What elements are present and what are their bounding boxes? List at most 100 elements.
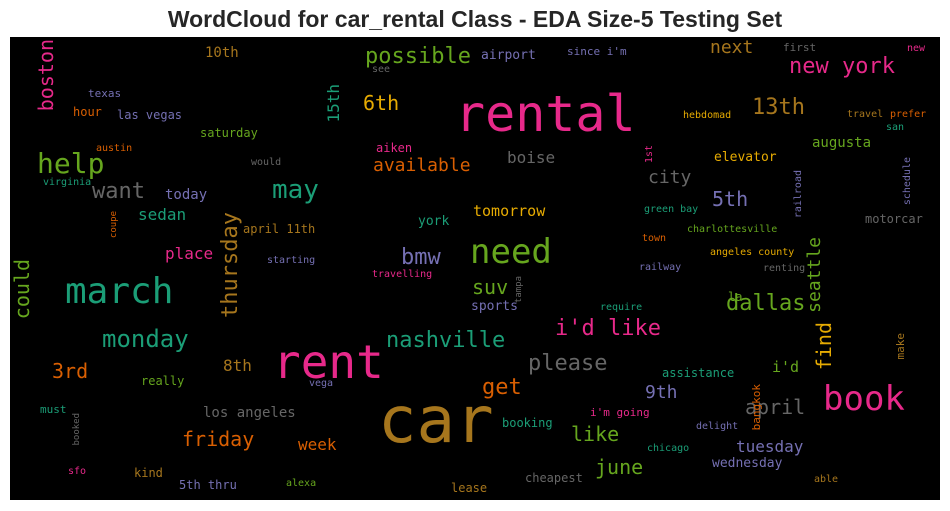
word-motorcar: motorcar	[865, 212, 923, 226]
word-prefer: prefer	[890, 109, 927, 120]
word-austin: austin	[96, 143, 133, 154]
word-available: available	[373, 155, 471, 176]
word-travel: travel	[847, 109, 884, 120]
word-wednesday: wednesday	[712, 456, 783, 471]
word-cheapest: cheapest	[525, 471, 583, 485]
word-suv: suv	[472, 275, 509, 299]
word-next: next	[710, 37, 754, 58]
word-bangkok: bangkok	[750, 384, 763, 431]
word-saturday: saturday	[200, 126, 258, 140]
word-railway: railway	[639, 262, 682, 273]
word-help: help	[37, 147, 105, 180]
word-tampa: tampa	[514, 276, 524, 304]
word-augusta: augusta	[812, 135, 872, 151]
word-need: need	[470, 232, 552, 272]
word-tuesday: tuesday	[736, 437, 804, 456]
word-york: york	[418, 214, 450, 229]
word-book: book	[823, 379, 905, 419]
word-like: like	[571, 422, 620, 446]
word-assistance: assistance	[662, 366, 735, 380]
word-green-bay: green bay	[644, 204, 699, 215]
word-starting: starting	[267, 255, 316, 266]
word-booked: booked	[72, 413, 82, 446]
word-bmw: bmw	[401, 245, 441, 270]
word-sfo: sfo	[68, 466, 87, 477]
word-able: able	[814, 474, 839, 485]
word-la: la	[728, 290, 743, 304]
word-really: really	[141, 374, 185, 388]
word-8th: 8th	[223, 356, 252, 375]
word-thursday: thursday	[218, 212, 243, 318]
word-make: make	[894, 333, 907, 360]
chart-title: WordCloud for car_rental Class - EDA Siz…	[167, 6, 783, 32]
word-angeles-county: angeles county	[710, 247, 795, 258]
word-june: june	[595, 455, 644, 479]
word-car: car	[378, 384, 494, 458]
word-5th: 5th	[712, 187, 749, 211]
word-seattle: seattle	[804, 237, 825, 313]
word-monday: monday	[102, 325, 189, 353]
word-must: must	[40, 403, 67, 416]
word-i-d-like: i'd like	[555, 316, 661, 341]
word-travelling: travelling	[372, 269, 433, 280]
word-hebdomad: hebdomad	[683, 110, 732, 121]
word-want: want	[92, 179, 145, 204]
word-charlottesville: charlottesville	[687, 224, 778, 235]
word-13th: 13th	[752, 95, 805, 120]
word-lease: lease	[451, 481, 488, 495]
word-i-m-going: i'm going	[590, 406, 650, 419]
word-would: would	[251, 157, 282, 168]
word-friday: friday	[182, 427, 255, 451]
word-booking: booking	[502, 416, 553, 430]
word-require: require	[600, 302, 643, 313]
word-virginia: virginia	[43, 177, 92, 188]
word-vega: vega	[309, 378, 334, 389]
word-hour: hour	[73, 105, 102, 119]
word-nashville: nashville	[386, 328, 506, 353]
word-new-york: new york	[789, 54, 895, 79]
word-find: find	[812, 322, 836, 371]
word-15th: 15th	[324, 84, 343, 123]
word-week: week	[298, 435, 337, 454]
word-10th: 10th	[205, 45, 239, 61]
word-san: san	[886, 122, 905, 133]
word-tomorrow: tomorrow	[473, 202, 546, 220]
word-delight: delight	[696, 421, 739, 432]
word-aiken: aiken	[376, 141, 413, 155]
word-elevator: elevator	[714, 150, 777, 165]
word-boise: boise	[507, 148, 556, 167]
word-sports: sports	[471, 299, 518, 314]
word-los-angeles: los angeles	[203, 405, 296, 421]
word-rental: rental	[455, 85, 636, 143]
word-april-11th: april 11th	[243, 222, 316, 236]
word-since-i-m: since i'm	[567, 45, 627, 58]
word-kind: kind	[134, 466, 163, 480]
word-3rd: 3rd	[52, 359, 89, 383]
word-town: town	[642, 233, 667, 244]
word-renting: renting	[763, 263, 806, 274]
word-texas: texas	[88, 87, 122, 100]
word-alexa: alexa	[286, 478, 317, 489]
word-march: march	[65, 271, 174, 312]
word-today: today	[165, 187, 208, 203]
word-railroad: railroad	[793, 170, 804, 219]
word-see: see	[372, 64, 391, 75]
word-sedan: sedan	[138, 205, 187, 224]
word-9th: 9th	[645, 382, 678, 403]
word-las-vegas: las vegas	[117, 108, 183, 122]
word-could: could	[10, 259, 34, 320]
word-boston: boston	[34, 39, 58, 112]
word-please: please	[528, 351, 608, 376]
word-5th-thru: 5th thru	[179, 478, 237, 492]
word-coupe: coupe	[109, 211, 119, 239]
word-city: city	[648, 167, 692, 188]
word-first: first	[783, 41, 817, 54]
word-new: new	[907, 43, 926, 54]
word-chicago: chicago	[647, 443, 690, 454]
word-get: get	[482, 375, 522, 400]
word-airport: airport	[481, 48, 536, 63]
word-i-d: i'd	[772, 358, 800, 376]
word-6th: 6th	[363, 91, 400, 115]
word-place: place	[165, 244, 214, 263]
word-1st: 1st	[644, 145, 655, 164]
